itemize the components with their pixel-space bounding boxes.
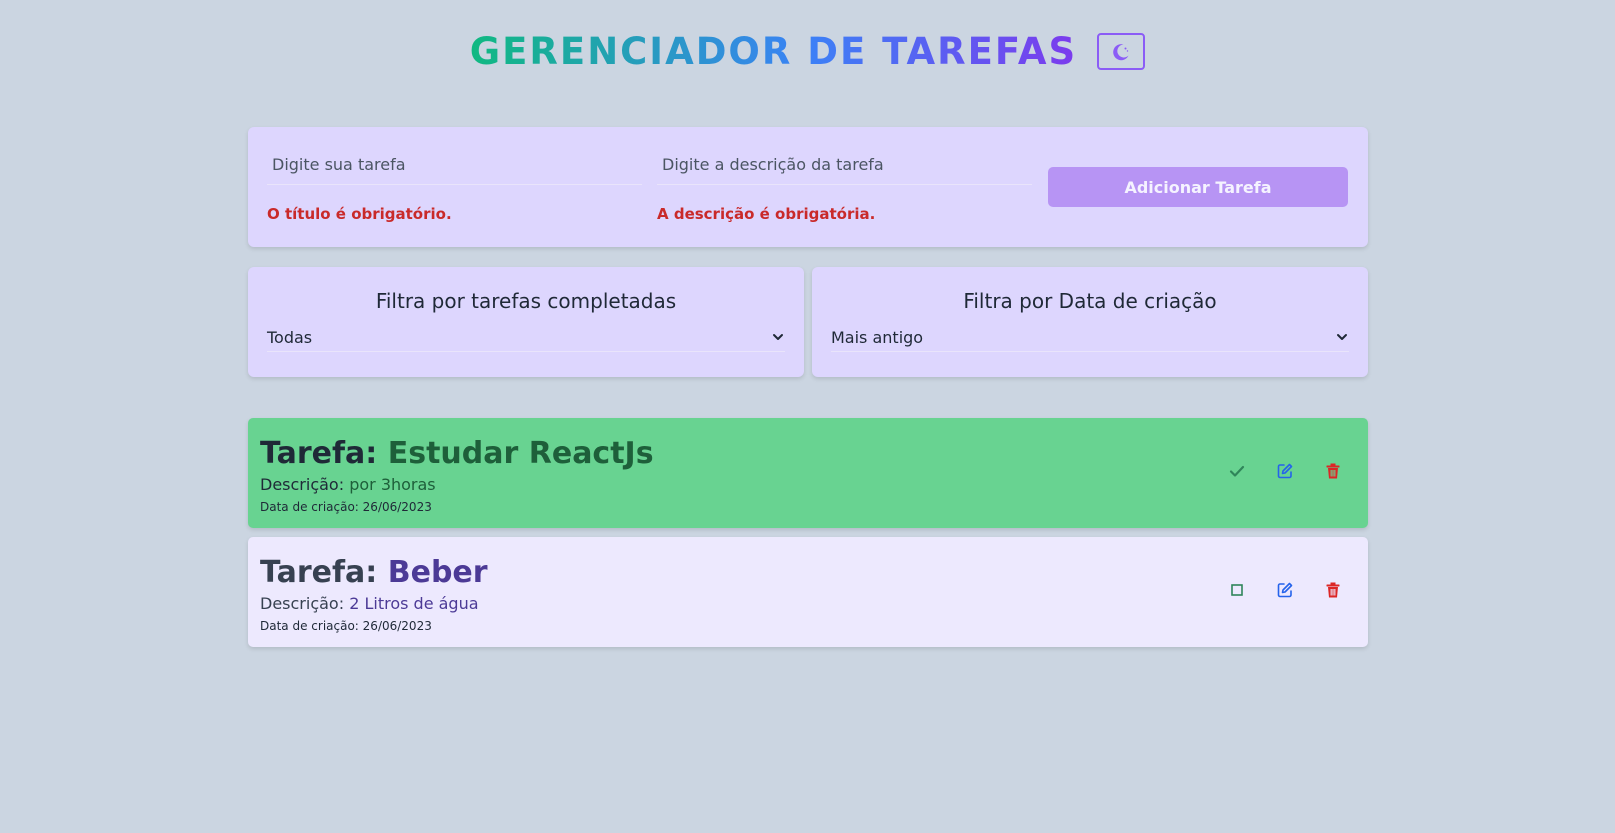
description-field: A descrição é obrigatória. xyxy=(657,151,1032,223)
completed-filter: Filtra por tarefas completadas Todas xyxy=(248,267,804,377)
theme-toggle-button[interactable] xyxy=(1097,33,1146,70)
task-date-value: 26/06/2023 xyxy=(362,500,432,514)
task-title: Tarefa: Beber xyxy=(260,555,488,590)
title-error-message: O título é obrigatório. xyxy=(267,205,452,223)
delete-task-button[interactable] xyxy=(1320,458,1346,484)
task-actions xyxy=(1224,577,1346,603)
task-title-label: Tarefa: xyxy=(260,436,378,471)
toggle-complete-button[interactable] xyxy=(1224,577,1250,603)
task-title-value: Estudar ReactJs xyxy=(387,436,654,471)
task-description-label: Descrição: xyxy=(260,475,345,494)
task-item: Tarefa: Estudar ReactJs Descrição: por 3… xyxy=(248,418,1368,528)
task-form: O título é obrigatório. A descrição é ob… xyxy=(248,127,1368,247)
trash-icon xyxy=(1326,582,1340,598)
task-description-label: Descrição: xyxy=(260,594,345,613)
title-field: O título é obrigatório. xyxy=(267,151,642,223)
date-filter-select[interactable]: Mais antigo xyxy=(831,323,1349,352)
checkbox-empty-icon xyxy=(1231,584,1243,596)
description-error-message: A descrição é obrigatória. xyxy=(657,205,876,223)
completed-filter-value: Todas xyxy=(267,327,313,347)
edit-icon xyxy=(1277,463,1293,479)
task-date-label: Data de criação: xyxy=(260,619,359,633)
check-icon xyxy=(1229,465,1245,477)
toggle-complete-button[interactable] xyxy=(1224,458,1250,484)
page-header: GERENCIADOR DE TAREFAS xyxy=(0,30,1615,73)
task-title-value: Beber xyxy=(387,555,488,590)
date-filter: Filtra por Data de criação Mais antigo xyxy=(812,267,1368,377)
chevron-down-icon xyxy=(1337,334,1347,340)
page-title: GERENCIADOR DE TAREFAS xyxy=(469,30,1078,73)
task-date-value: 26/06/2023 xyxy=(362,619,432,633)
task-description: Descrição: 2 Litros de água xyxy=(260,594,479,613)
edit-task-button[interactable] xyxy=(1272,577,1298,603)
task-date-label: Data de criação: xyxy=(260,500,359,514)
task-item: Tarefa: Beber Descrição: 2 Litros de águ… xyxy=(248,537,1368,647)
date-filter-value: Mais antigo xyxy=(831,327,924,347)
chevron-down-icon xyxy=(773,334,783,340)
trash-icon xyxy=(1326,463,1340,479)
moon-icon xyxy=(1113,43,1129,60)
task-title: Tarefa: Estudar ReactJs xyxy=(260,436,654,471)
add-task-button[interactable]: Adicionar Tarefa xyxy=(1048,167,1348,207)
task-description: Descrição: por 3horas xyxy=(260,475,436,494)
task-description-value: por 3horas xyxy=(349,475,436,494)
task-date: Data de criação: 26/06/2023 xyxy=(260,619,432,633)
task-description-input[interactable] xyxy=(657,151,1032,185)
task-title-label: Tarefa: xyxy=(260,555,378,590)
completed-filter-select[interactable]: Todas xyxy=(267,323,785,352)
task-date: Data de criação: 26/06/2023 xyxy=(260,500,432,514)
delete-task-button[interactable] xyxy=(1320,577,1346,603)
date-filter-label: Filtra por Data de criação xyxy=(963,289,1217,313)
edit-icon xyxy=(1277,582,1293,598)
task-description-value: 2 Litros de água xyxy=(349,594,479,613)
task-title-input[interactable] xyxy=(267,151,642,185)
completed-filter-label: Filtra por tarefas completadas xyxy=(375,289,677,313)
edit-task-button[interactable] xyxy=(1272,458,1298,484)
task-actions xyxy=(1224,458,1346,484)
